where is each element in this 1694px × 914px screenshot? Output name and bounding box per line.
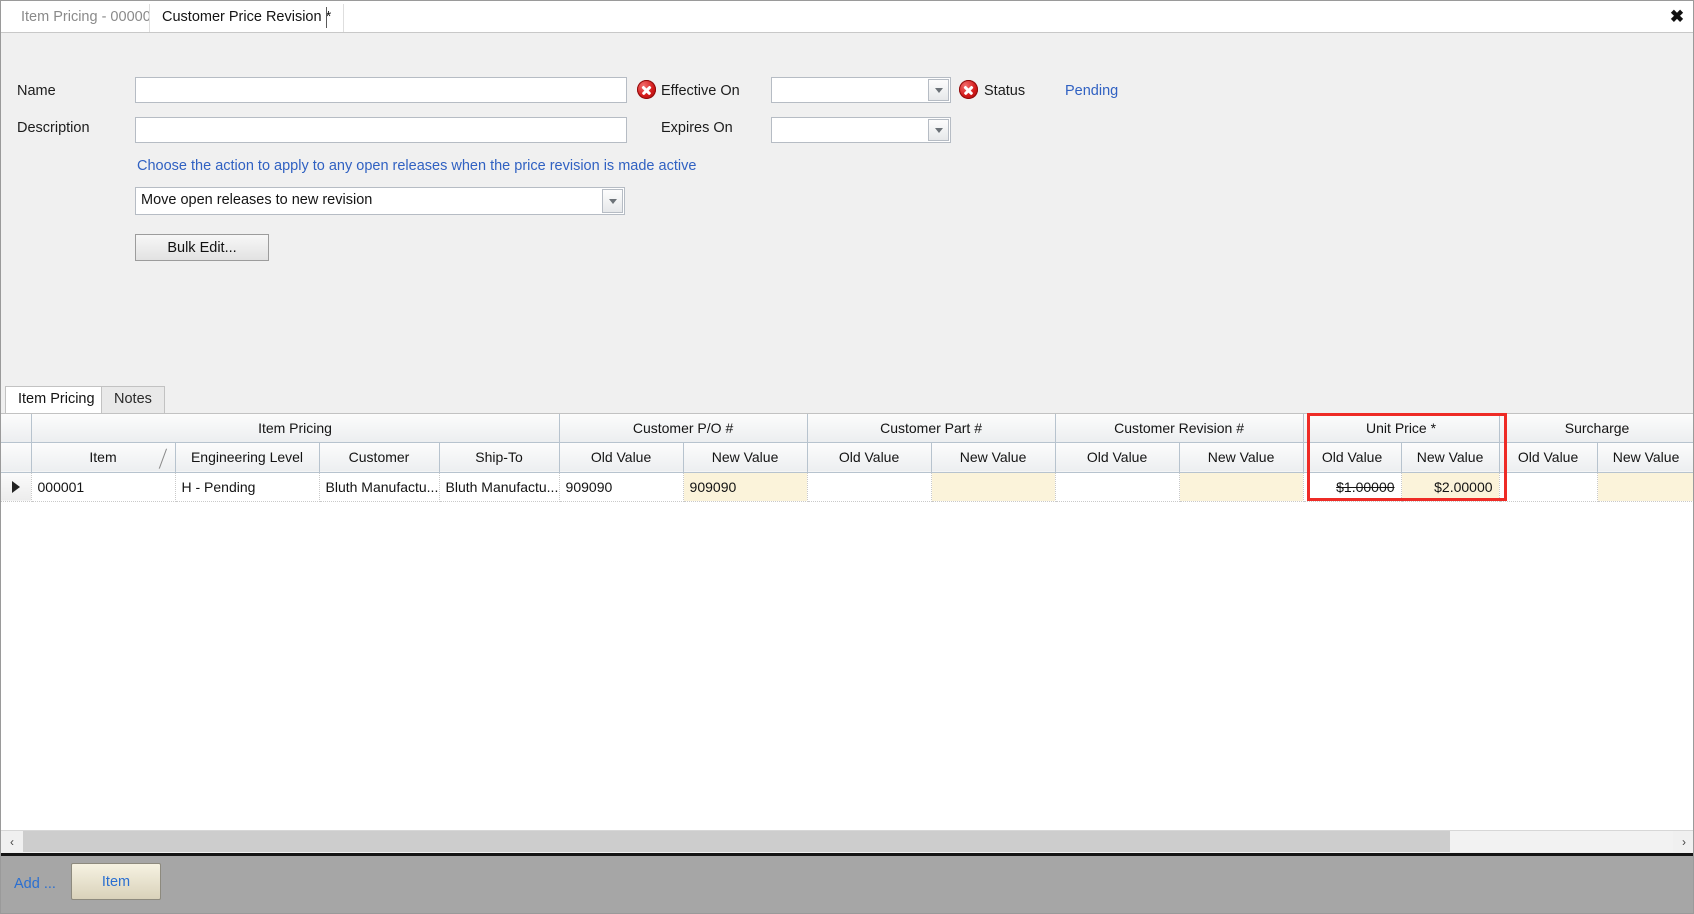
name-required-error-icon <box>637 80 656 99</box>
tab-item-pricing-label: Item Pricing - 000001 <box>21 9 159 25</box>
bulk-edit-button-label: Bulk Edit... <box>167 239 237 256</box>
scroll-right-arrow-icon[interactable]: › <box>1673 831 1693 852</box>
col-header-item[interactable]: Item ╱ <box>31 442 176 473</box>
item-pricing-grid: Item Pricing Customer P/O # Customer Par… <box>1 413 1693 830</box>
grid-corner-cell <box>1 414 32 443</box>
expires-on-datepicker[interactable] <box>771 117 951 143</box>
add-item-button[interactable]: Item <box>71 863 161 900</box>
cell-unit-price-new-value[interactable]: $2.00000 <box>1401 472 1500 502</box>
tab-customer-price-revision[interactable]: Customer Price Revision * <box>149 4 345 32</box>
cell-surcharge-old-value[interactable] <box>1499 472 1598 502</box>
tab-customer-price-revision-label: Customer Price Revision * <box>162 9 332 25</box>
description-input[interactable] <box>136 118 626 142</box>
cell-part-old-value[interactable] <box>807 472 932 502</box>
text-caret <box>326 7 327 28</box>
group-header-customer-part[interactable]: Customer Part # <box>807 414 1056 443</box>
group-header-customer-po[interactable]: Customer P/O # <box>559 414 808 443</box>
table-row[interactable]: 000001 H - Pending Bluth Manufactu... Bl… <box>1 472 1693 502</box>
cell-revision-new-value[interactable] <box>1179 472 1304 502</box>
tab-grid-notes[interactable]: Notes <box>101 386 165 413</box>
scroll-left-arrow-icon[interactable]: ‹ <box>1 831 23 852</box>
bottom-action-bar: Add ... Item <box>1 853 1693 913</box>
cell-item[interactable]: 000001 <box>31 472 176 502</box>
col-header-ship-to[interactable]: Ship-To <box>439 442 560 473</box>
group-header-unit-price[interactable]: Unit Price * <box>1303 414 1500 443</box>
col-header-revision-old-value[interactable]: Old Value <box>1055 442 1180 473</box>
group-header-item-pricing[interactable]: Item Pricing <box>31 414 560 443</box>
col-header-revision-new-value[interactable]: New Value <box>1179 442 1304 473</box>
add-link[interactable]: Add ... <box>14 876 56 892</box>
scrollbar-track[interactable] <box>23 831 1673 852</box>
col-header-surcharge-new-value[interactable]: New Value <box>1597 442 1693 473</box>
application-window: Item Pricing - 000001 Customer Price Rev… <box>0 0 1694 914</box>
revision-form-panel: Name Description Effective On Expires On… <box>1 33 1693 384</box>
col-header-item-label: Item <box>89 449 117 465</box>
tab-grid-item-pricing-label: Item Pricing <box>18 391 95 407</box>
horizontal-scrollbar[interactable]: ‹ › <box>1 830 1693 852</box>
cell-po-old-value[interactable]: 909090 <box>559 472 684 502</box>
group-header-customer-revision[interactable]: Customer Revision # <box>1055 414 1304 443</box>
scrollbar-thumb[interactable] <box>23 831 1450 852</box>
chevron-down-icon-action[interactable] <box>602 189 623 213</box>
effective-on-datepicker[interactable] <box>771 77 951 103</box>
chevron-down-icon[interactable] <box>928 79 949 101</box>
col-header-unit-price-old-value[interactable]: Old Value <box>1303 442 1402 473</box>
cell-surcharge-new-value[interactable] <box>1597 472 1693 502</box>
add-item-button-label: Item <box>101 873 131 890</box>
col-header-engineering-level[interactable]: Engineering Level <box>175 442 320 473</box>
tab-item-pricing[interactable]: Item Pricing - 000001 <box>9 4 171 32</box>
description-label: Description <box>17 120 90 136</box>
grid-group-header-row: Item Pricing Customer P/O # Customer Par… <box>1 414 1693 443</box>
grid-column-header-row: Item ╱ Engineering Level Customer Ship-T… <box>1 442 1693 473</box>
name-label: Name <box>17 83 56 99</box>
cell-revision-old-value[interactable] <box>1055 472 1180 502</box>
group-header-surcharge[interactable]: Surcharge <box>1499 414 1693 443</box>
sort-ascending-icon: ╱ <box>159 449 167 469</box>
bulk-edit-button[interactable]: Bulk Edit... <box>135 234 269 261</box>
col-header-surcharge-old-value[interactable]: Old Value <box>1499 442 1598 473</box>
status-label: Status <box>984 83 1026 99</box>
col-header-unit-price-new-value[interactable]: New Value <box>1401 442 1500 473</box>
effective-on-label: Effective On <box>661 83 740 99</box>
status-value: Pending <box>1065 83 1119 99</box>
cell-ship-to[interactable]: Bluth Manufactu... <box>439 472 560 502</box>
document-tab-strip: Item Pricing - 000001 Customer Price Rev… <box>1 1 1693 33</box>
effective-on-required-error-icon <box>959 80 978 99</box>
row-selector-arrow-icon[interactable] <box>1 472 32 502</box>
chevron-down-icon-expires[interactable] <box>928 119 949 141</box>
close-icon[interactable]: ✖ <box>1666 6 1688 28</box>
cell-po-new-value[interactable]: 909090 <box>683 472 808 502</box>
col-header-po-new-value[interactable]: New Value <box>683 442 808 473</box>
cell-part-new-value[interactable] <box>931 472 1056 502</box>
action-hint-text: Choose the action to apply to any open r… <box>137 158 697 174</box>
description-field[interactable] <box>135 117 627 143</box>
item-pricing-table: Item Pricing Customer P/O # Customer Par… <box>1 414 1693 502</box>
tab-grid-notes-label: Notes <box>114 391 152 407</box>
col-header-part-new-value[interactable]: New Value <box>931 442 1056 473</box>
name-input[interactable] <box>136 78 626 102</box>
open-release-action-select[interactable]: Move open releases to new revision <box>135 187 625 215</box>
col-header-customer[interactable]: Customer <box>319 442 440 473</box>
open-release-action-value: Move open releases to new revision <box>141 192 373 208</box>
col-header-part-old-value[interactable]: Old Value <box>807 442 932 473</box>
name-field[interactable] <box>135 77 627 103</box>
cell-unit-price-old-value[interactable]: $1.00000 <box>1303 472 1402 502</box>
grid-tab-strip: Item Pricing Notes <box>1 386 1693 413</box>
cell-engineering-level[interactable]: H - Pending <box>175 472 320 502</box>
cell-customer[interactable]: Bluth Manufactu... <box>319 472 440 502</box>
grid-corner-cell-2 <box>1 442 32 473</box>
col-header-po-old-value[interactable]: Old Value <box>559 442 684 473</box>
expires-on-label: Expires On <box>661 120 733 136</box>
tab-grid-item-pricing[interactable]: Item Pricing <box>5 386 108 413</box>
